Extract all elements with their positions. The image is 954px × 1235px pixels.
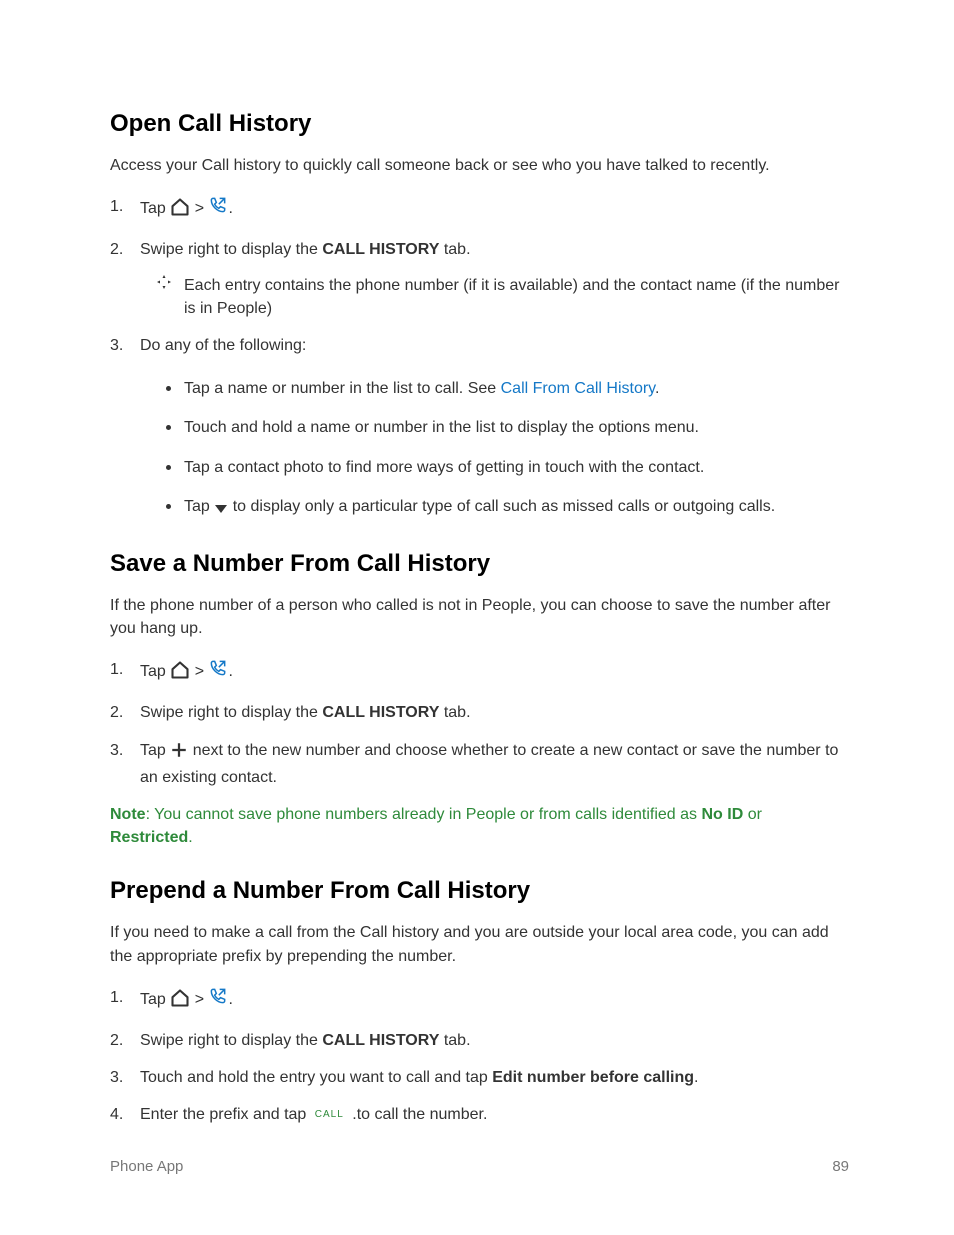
steps-open-call-history: Tap > . Swipe right to display the CALL …	[110, 195, 849, 522]
phone-outgoing-icon	[208, 195, 228, 222]
phone-outgoing-icon	[208, 658, 228, 685]
heading-open-call-history: Open Call History	[110, 110, 849, 138]
heading-save-number: Save a Number From Call History	[110, 550, 849, 578]
call-history-label: CALL HISTORY	[322, 241, 439, 258]
step-text: Enter the prefix and tap	[140, 1106, 311, 1123]
plus-icon	[170, 741, 188, 766]
bullet-2: Touch and hold a name or number in the l…	[162, 416, 849, 439]
bullet-text: to display only a particular type of cal…	[228, 498, 775, 515]
step-text: Touch and hold the entry you want to cal…	[140, 1069, 492, 1086]
step-text: Swipe right to display the	[140, 241, 322, 258]
step-text: .	[694, 1069, 698, 1086]
link-call-from-call-history[interactable]: Call From Call History	[501, 380, 655, 397]
step-text: Do any of the following:	[140, 337, 306, 354]
bullet-text: Tap	[184, 498, 214, 515]
step-text: Tap	[140, 663, 170, 680]
call-history-label: CALL HISTORY	[322, 1032, 439, 1049]
step-text: .to call the number.	[348, 1106, 488, 1123]
intro-open-call-history: Access your Call history to quickly call…	[110, 154, 849, 177]
step-text: .	[228, 200, 232, 217]
step-2: Swipe right to display the CALL HISTORY …	[110, 701, 849, 724]
step-text: Tap	[140, 742, 170, 759]
note-label: Note	[110, 806, 146, 823]
bullet-4: Tap to display only a particular type of…	[162, 495, 849, 522]
step-3: Do any of the following: Tap a name or n…	[110, 334, 849, 522]
bullet-1: Tap a name or number in the list to call…	[162, 377, 849, 400]
note-save-number: Note: You cannot save phone numbers alre…	[110, 803, 849, 849]
step-1: Tap > .	[110, 658, 849, 687]
tip-icon	[156, 274, 172, 297]
tip-block: Each entry contains the phone number (if…	[138, 274, 849, 320]
home-icon	[170, 197, 190, 224]
step-text: Swipe right to display the	[140, 704, 322, 721]
steps-prepend-number: Tap > . Swipe right to display the CALL …	[110, 986, 849, 1127]
intro-save-number: If the phone number of a person who call…	[110, 594, 849, 640]
step-text: tab.	[439, 704, 470, 721]
note-text: or	[743, 806, 762, 823]
tip-text: Each entry contains the phone number (if…	[184, 277, 839, 317]
intro-prepend-number: If you need to make a call from the Call…	[110, 921, 849, 967]
home-icon	[170, 660, 190, 687]
note-restricted: Restricted	[110, 829, 188, 846]
note-no-id: No ID	[701, 806, 743, 823]
footer-section-name: Phone App	[110, 1158, 183, 1175]
step-3: Tap next to the new number and choose wh…	[110, 739, 849, 789]
step-text: .	[228, 663, 232, 680]
step-text: >	[190, 200, 208, 217]
step-text: Swipe right to display the	[140, 1032, 322, 1049]
note-text: .	[188, 829, 192, 846]
steps-save-number: Tap > . Swipe right to display the CALL …	[110, 658, 849, 789]
dropdown-triangle-icon	[214, 499, 228, 522]
step-text: Tap	[140, 200, 170, 217]
bullet-3: Tap a contact photo to find more ways of…	[162, 456, 849, 479]
step-4: Enter the prefix and tap CALL .to call t…	[110, 1103, 849, 1126]
step-2: Swipe right to display the CALL HISTORY …	[110, 1029, 849, 1052]
note-text: : You cannot save phone numbers already …	[146, 806, 702, 823]
step-text: next to the new number and choose whethe…	[140, 742, 838, 786]
heading-prepend-number: Prepend a Number From Call History	[110, 877, 849, 905]
step-1: Tap > .	[110, 195, 849, 224]
call-button-icon: CALL	[311, 1106, 348, 1125]
footer-page-number: 89	[832, 1158, 849, 1175]
step-text: >	[190, 991, 208, 1008]
home-icon	[170, 988, 190, 1015]
bullets-do-any: Tap a name or number in the list to call…	[162, 377, 849, 522]
phone-outgoing-icon	[208, 986, 228, 1013]
step-2: Swipe right to display the CALL HISTORY …	[110, 238, 849, 320]
call-history-label: CALL HISTORY	[322, 704, 439, 721]
step-1: Tap > .	[110, 986, 849, 1015]
edit-number-label: Edit number before calling	[492, 1069, 694, 1086]
step-3: Touch and hold the entry you want to cal…	[110, 1066, 849, 1089]
bullet-text: Tap a name or number in the list to call…	[184, 380, 501, 397]
step-text: Tap	[140, 991, 170, 1008]
page-footer: Phone App 89	[110, 1158, 849, 1175]
step-text: >	[190, 663, 208, 680]
step-text: tab.	[439, 1032, 470, 1049]
step-text: tab.	[439, 241, 470, 258]
step-text: .	[228, 991, 232, 1008]
bullet-text: .	[655, 380, 659, 397]
